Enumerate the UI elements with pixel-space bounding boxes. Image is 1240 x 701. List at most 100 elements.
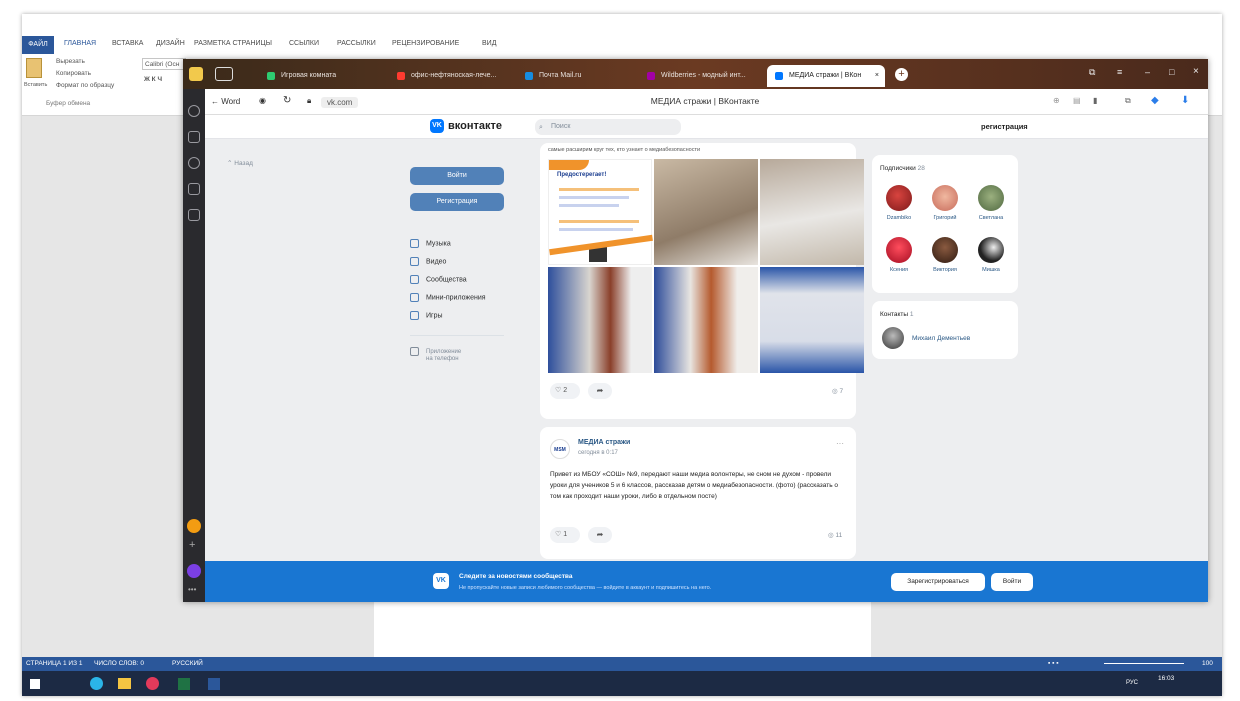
word-tab-layout[interactable]: РАЗМЕТКА СТРАНИЦЫ <box>194 40 272 47</box>
nav-apps-on-phone[interactable]: Приложение на телефон <box>410 347 461 362</box>
subscriber-name[interactable]: Григорий <box>925 215 965 221</box>
menu-icon[interactable]: ≡ <box>1117 67 1122 77</box>
post-time[interactable]: сегодня в 0:17 <box>578 450 618 456</box>
close-window-icon[interactable]: × <box>1193 66 1199 77</box>
media-icon[interactable] <box>188 157 200 169</box>
photo-board-2[interactable] <box>654 267 758 373</box>
word-tab-design[interactable]: ДИЗАЙН <box>156 40 185 47</box>
bookmark-page-icon[interactable]: ▮ <box>1093 96 1097 105</box>
add-panel-icon[interactable]: + <box>189 539 195 551</box>
cut-button[interactable]: Вырезать <box>56 58 85 65</box>
tab-office[interactable]: офис-нефтяноская-лече... <box>389 65 513 87</box>
word-tab-references[interactable]: ССЫЛКИ <box>289 40 319 47</box>
subscriber-avatar[interactable] <box>886 237 912 263</box>
read-mode-icon[interactable]: ▪ ▪ ▪ <box>1048 660 1059 667</box>
nav-communities[interactable]: Сообщества <box>410 275 467 284</box>
notes-icon[interactable] <box>188 209 200 221</box>
status-words[interactable]: ЧИСЛО СЛОВ: 0 <box>94 660 144 667</box>
tab-vk-active[interactable]: МЕДИА стражи | ВКон × <box>767 65 885 87</box>
vk-login-button[interactable]: Войти <box>410 167 504 185</box>
share-button[interactable]: ➦ <box>588 383 612 399</box>
nav-mini-apps[interactable]: Мини-приложения <box>410 293 486 302</box>
word-tab-review[interactable]: РЕЦЕНЗИРОВАНИЕ <box>392 40 459 47</box>
protect-icon[interactable]: ◉ <box>259 96 266 105</box>
subscriber-avatar[interactable] <box>932 185 958 211</box>
copy-button[interactable]: Копировать <box>56 70 91 77</box>
translate-icon[interactable]: ⧉ <box>1125 96 1131 106</box>
start-icon[interactable] <box>30 679 40 689</box>
yandex-browser-icon[interactable] <box>146 677 159 690</box>
like-button-2[interactable]: ♡ 1 <box>550 527 580 543</box>
subscriber-avatar[interactable] <box>978 185 1004 211</box>
post-author[interactable]: МЕДИА стражи <box>578 439 630 446</box>
download-icon[interactable]: ⬇ <box>1181 95 1189 106</box>
tab-close-icon[interactable]: × <box>875 65 879 87</box>
contact-name[interactable]: Михаил Дементьев <box>912 335 970 342</box>
zoom-slider[interactable] <box>1104 663 1184 664</box>
zoom-level[interactable]: 100 <box>1202 660 1213 667</box>
share-icon[interactable]: ⊕ <box>1053 96 1060 105</box>
alice-icon[interactable] <box>187 564 201 578</box>
status-pages[interactable]: СТРАНИЦА 1 ИЗ 1 <box>26 660 82 667</box>
edge-icon[interactable] <box>90 677 103 690</box>
vk-register-button[interactable]: Регистрация <box>410 193 504 211</box>
photo-students-1[interactable] <box>654 159 758 265</box>
back-link[interactable]: ⌃ Назад <box>227 159 253 167</box>
more-icon[interactable]: ••• <box>188 585 196 594</box>
vk-search-input[interactable]: Поиск <box>535 119 681 135</box>
status-language[interactable]: РУССКИЙ <box>172 660 203 667</box>
tab-wildberries[interactable]: Wildberries - модный инт... <box>639 65 763 87</box>
subscriber-name[interactable]: Ксения <box>879 267 919 273</box>
history-icon[interactable] <box>188 105 200 117</box>
tray-language[interactable]: РУС <box>1126 680 1138 686</box>
post-more-icon[interactable]: ··· <box>836 439 844 448</box>
bookmark-icon[interactable]: ⧉ <box>1089 67 1095 78</box>
excel-icon[interactable] <box>178 678 190 690</box>
bold-button[interactable]: Ж К Ч <box>144 76 162 83</box>
subscriber-name[interactable]: Dzambiko <box>879 215 919 221</box>
vk-register-link[interactable]: регистрация <box>981 122 1028 131</box>
subscriber-avatar[interactable] <box>932 237 958 263</box>
extension-icon[interactable]: ◆ <box>1151 95 1159 106</box>
subscriber-name[interactable]: Мишка <box>971 267 1011 273</box>
nav-video[interactable]: Видео <box>410 257 446 266</box>
maximize-icon[interactable]: □ <box>1169 67 1174 77</box>
word-tab-mailings[interactable]: РАССЫЛКИ <box>337 40 376 47</box>
poster-photo[interactable]: Предостерегает! <box>548 159 653 265</box>
tray-clock[interactable]: 16:03 <box>1158 675 1174 682</box>
contacts-title[interactable]: Контакты 1 <box>880 311 914 318</box>
url-field[interactable]: vk.com <box>321 97 359 108</box>
font-name-select[interactable]: Calibri (Осн <box>142 58 186 70</box>
word-tab-home[interactable]: ГЛАВНАЯ <box>64 40 96 47</box>
photo-board-3[interactable] <box>760 267 864 373</box>
banner-register-button[interactable]: Зарегистрироваться <box>891 573 985 591</box>
yandex-logo-icon[interactable] <box>189 67 203 81</box>
minimize-icon[interactable]: – <box>1145 67 1150 77</box>
contact-avatar[interactable] <box>882 327 904 349</box>
photo-students-2[interactable] <box>760 159 864 265</box>
subscriber-avatar[interactable] <box>886 185 912 211</box>
downloads-icon[interactable] <box>188 183 200 195</box>
format-painter-button[interactable]: Формат по образцу <box>56 82 114 89</box>
subscriber-name[interactable]: Светлана <box>971 215 1011 221</box>
tab-mail[interactable]: Почта Mail.ru <box>517 65 635 87</box>
subscribers-title[interactable]: Подписчики 28 <box>880 165 925 172</box>
back-button[interactable]: ← Word <box>211 97 240 106</box>
community-avatar[interactable]: MSM <box>550 439 570 459</box>
photo-board-1[interactable] <box>548 267 652 373</box>
paste-icon[interactable] <box>26 58 42 78</box>
vk-brand[interactable]: вконтакте <box>448 120 502 132</box>
bookmarks-icon[interactable] <box>188 131 200 143</box>
word-tab-view[interactable]: ВИД <box>482 40 496 47</box>
tab-game-room[interactable]: Игровая комната <box>259 65 385 87</box>
subscriber-name[interactable]: Виктория <box>925 267 965 273</box>
new-tab-icon[interactable]: + <box>895 68 908 81</box>
word-tab-insert[interactable]: ВСТАВКА <box>112 40 143 47</box>
explorer-icon[interactable] <box>118 678 131 689</box>
subscriber-avatar[interactable] <box>978 237 1004 263</box>
reload-icon[interactable]: ↻ <box>283 95 291 106</box>
nav-music[interactable]: Музыка <box>410 239 451 248</box>
like-button[interactable]: ♡ 2 <box>550 383 580 399</box>
share-button-2[interactable]: ➦ <box>588 527 612 543</box>
reader-icon[interactable]: ▤ <box>1073 96 1081 105</box>
